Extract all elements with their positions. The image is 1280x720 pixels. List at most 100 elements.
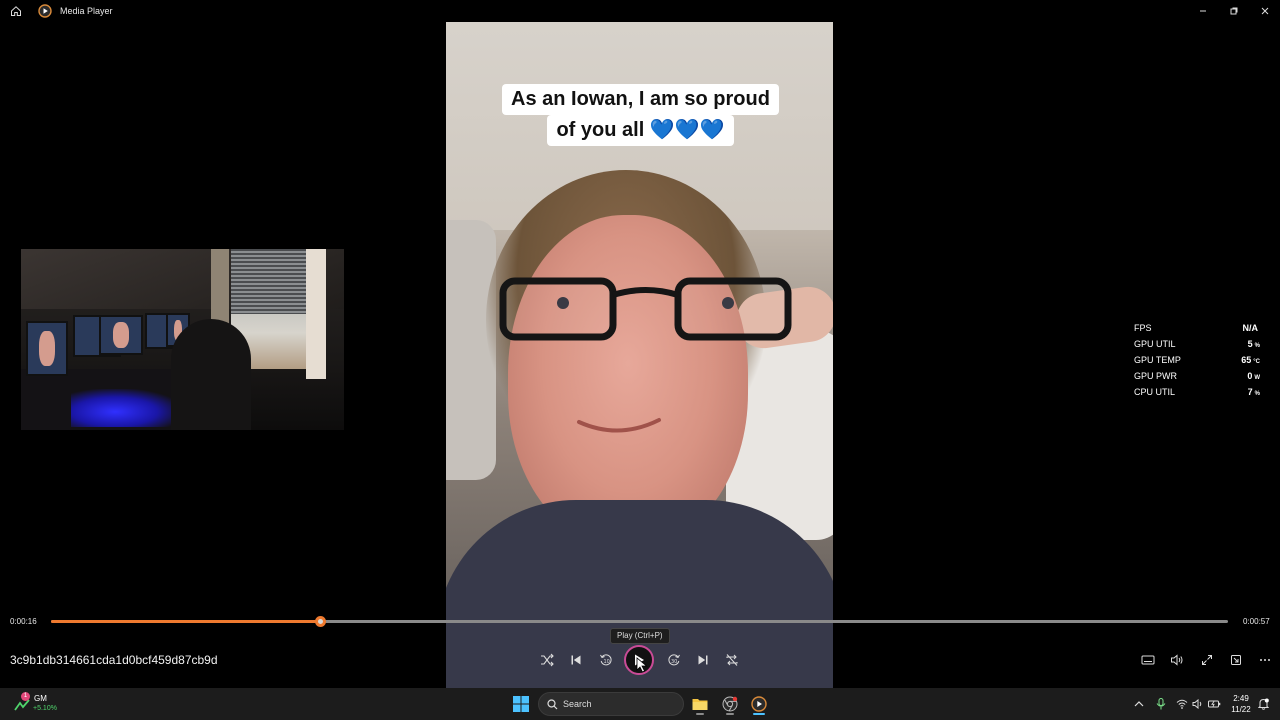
stat-row-gpu-util: GPU UTIL 5% [1134,336,1260,352]
pip-monitor-1 [26,321,68,376]
title-bar: Media Player [0,0,1280,22]
home-button[interactable] [0,0,32,22]
shuffle-button[interactable] [535,648,559,672]
svg-text:10: 10 [604,659,610,665]
stat-row-gpu-temp: GPU TEMP 65 °C [1134,352,1260,368]
media-player-icon [751,696,767,712]
pip-person [171,319,251,430]
mini-player-button[interactable] [1224,648,1248,672]
pip-curtain-right [306,249,326,379]
previous-button[interactable] [564,648,588,672]
close-button[interactable] [1249,0,1280,22]
mini-player-icon [1231,655,1241,665]
mouth-shape [577,418,661,433]
more-options-button[interactable] [1253,648,1277,672]
media-player-taskbar-button[interactable] [748,692,770,716]
captions-button[interactable] [1136,648,1160,672]
captions-icon [1141,655,1155,665]
system-clock[interactable]: 2:49 11/22 [1226,693,1256,715]
skip-next-icon [698,655,708,665]
repeat-off-button[interactable] [720,648,744,672]
video-caption: As an Iowan, I am so proud of you all 💙💙… [498,84,783,146]
forward-30-icon: 30 [668,654,680,666]
wifi-icon [1176,699,1188,709]
stat-value: 7% [1247,387,1260,397]
clock-date: 11/22 [1231,705,1251,714]
stat-label: GPU UTIL [1134,339,1176,349]
caption-line-1: As an Iowan, I am so proud [502,84,779,115]
notification-bell-icon [1257,698,1269,710]
battery-charging-icon [1207,700,1220,708]
seek-bar[interactable] [51,620,1228,623]
clock-time: 2:49 [1233,694,1249,703]
minimize-button[interactable] [1187,0,1218,22]
picture-in-picture-video[interactable] [21,249,344,430]
stat-value: N/A [1242,323,1259,333]
notifications-button[interactable] [1256,692,1270,716]
browser-icon [722,696,738,712]
stat-row-fps: FPS N/A [1134,320,1260,336]
windows-logo-icon [513,696,529,712]
sound-button[interactable] [1190,692,1206,716]
pip-monitor-3 [99,315,143,355]
media-filename: 3c9b1db314661cda1d0bcf459d87cb9d [10,653,218,667]
widget-change: +5.10% [33,705,57,712]
microphone-button[interactable] [1153,692,1169,716]
stat-value: 65 °C [1241,355,1260,365]
stat-label: CPU UTIL [1134,387,1176,397]
seek-bar-progress [51,620,320,623]
chevron-up-icon [1134,701,1144,707]
battery-button[interactable] [1206,692,1222,716]
active-indicator [696,713,704,715]
glasses-shape [499,277,792,341]
repeat-off-icon [726,654,738,666]
volume-button[interactable] [1165,648,1189,672]
rewind-10-button[interactable]: 10 [594,648,618,672]
close-icon [1261,7,1268,15]
stat-label: FPS [1134,323,1152,333]
fullscreen-icon [1202,655,1212,665]
total-time: 0:00:57 [1243,617,1270,626]
show-hidden-icons-button[interactable] [1131,692,1147,716]
window-title: Media Player [60,6,113,16]
stock-widget[interactable]: 1 GM +5.10% [14,692,84,716]
folder-icon [692,699,708,710]
search-label: Search [563,699,592,709]
file-explorer-button[interactable] [689,692,711,716]
taskbar-search[interactable]: Search [538,692,684,716]
volume-icon [1171,654,1183,666]
fullscreen-button[interactable] [1195,648,1219,672]
mouse-cursor-icon [636,657,648,673]
stat-label: GPU PWR [1134,371,1178,381]
shuffle-icon [541,653,554,667]
active-indicator [726,713,734,715]
stat-row-gpu-pwr: GPU PWR 0 W [1134,368,1260,384]
stat-label: GPU TEMP [1134,355,1181,365]
seek-bar-thumb[interactable] [314,616,326,627]
chrome-button[interactable] [719,692,741,716]
pip-rgb-lights [71,389,181,427]
wifi-button[interactable] [1174,692,1190,716]
media-player-app-icon [38,4,52,18]
forward-30-button[interactable]: 30 [662,648,686,672]
next-button[interactable] [691,648,715,672]
video-face [508,215,748,545]
more-options-icon [1260,659,1270,661]
caption-line-2: of you all 💙💙💙 [547,115,734,146]
widget-title: GM [34,694,47,703]
svg-text:30: 30 [671,659,677,665]
home-icon [11,6,21,16]
video-frame[interactable]: As an Iowan, I am so proud of you all 💙💙… [446,0,833,688]
start-button[interactable] [509,692,533,716]
skip-previous-icon [571,655,581,665]
search-icon [547,699,558,710]
minimize-icon [1199,10,1206,12]
stat-value: 0W [1247,371,1260,381]
speaker-icon [1192,699,1202,709]
taskbar: 1 GM +5.10% Search 2:49 11/22 [0,688,1280,720]
restore-button[interactable] [1218,0,1249,22]
restore-icon [1230,7,1237,15]
stat-value: 5% [1247,339,1260,349]
microphone-icon [1156,698,1166,710]
stat-row-cpu-util: CPU UTIL 7% [1134,384,1260,400]
